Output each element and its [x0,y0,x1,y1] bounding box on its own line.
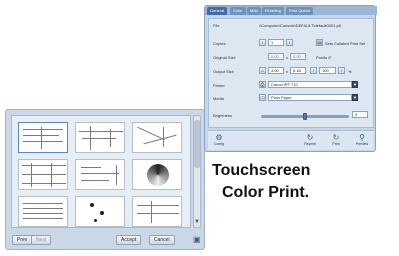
thumbnail[interactable] [132,196,182,227]
output-size-label: Output Size [213,69,234,74]
original-height-field: 0.00 [290,53,306,60]
print-label: Print [332,142,340,146]
tab-finishing[interactable]: Finishing [262,7,285,15]
reprint-label: Reprint [304,142,316,146]
general-settings-form: File \\Computer\Console\DEFAULT\default0… [208,18,374,128]
print-button[interactable]: ↻ Print [328,133,344,149]
brightness-slider-knob[interactable] [303,113,307,120]
thumbnail[interactable] [18,159,68,190]
dialog-toolbar: ⚙ Config ↻ Reprint ↻ Print ⚲ Preview [208,130,374,150]
printer-select[interactable]: Canon iPF 710 [268,81,352,88]
times-sign: x [286,55,288,60]
brightness-field[interactable]: 0 [352,111,368,118]
media-select[interactable]: Plain Paper [268,94,352,101]
thumbnail[interactable] [18,196,68,227]
times-sign: x [286,69,288,74]
tab-misc[interactable]: Misc [247,7,262,15]
vertical-scrollbar[interactable]: ▼ [193,115,201,228]
tab-color[interactable]: Color [230,7,246,15]
tab-print-queue[interactable]: Print Queue [286,7,314,15]
media-icon[interactable]: ▭ [259,94,266,101]
reprint-icon: ↻ [306,133,314,142]
copies-label: Copies [213,41,226,46]
preview-icon: ⚲ [359,133,365,142]
original-width-field: 0.00 [268,53,284,60]
printer-icon[interactable]: ⎙ [259,81,266,88]
thumbnail-browser: ▼ Prev Next Accept Cancel ▣ [5,109,205,250]
thumbnail-grid [11,115,191,228]
percent-sign: % [348,69,352,74]
gear-icon: ⚙ [215,133,223,142]
thumbnail[interactable] [75,196,125,227]
brightness-label: Brightness [213,113,232,118]
reprint-button[interactable]: ↻ Reprint [302,133,318,149]
original-size-label: Original Size [213,55,236,60]
collated-label: Sets Collated Print Set [325,41,366,46]
tab-general[interactable]: General [207,7,228,15]
media-label: Media [213,96,224,101]
config-button[interactable]: ⚙ Config [211,133,227,149]
output-width-field[interactable]: 4.00 [268,67,284,74]
file-label: File [213,23,220,28]
scale-field[interactable]: 100 [319,67,336,74]
cancel-button[interactable]: Cancel [149,235,175,245]
chevron-down-icon[interactable]: ▼ [352,81,358,88]
print-dialog: General Color Misc Finishing Print Queue… [204,5,377,152]
preview-label: Preview [355,142,369,146]
tab-bar: General Color Misc Finishing Print Queue [205,6,377,15]
thumbnail[interactable] [18,122,68,153]
copies-increment-button[interactable]: › [286,39,293,46]
print-icon: ↻ [332,133,340,142]
scrollbar-thumb[interactable] [194,120,200,168]
output-height-field[interactable]: 6.18 [290,67,306,74]
caption-line-1: Touchscreen [212,162,311,179]
file-path: \\Computer\Console\DEFAULT\default0001.p… [259,23,341,28]
accept-button[interactable]: Accept [116,235,142,245]
preview-button[interactable]: ⚲ Preview [354,133,370,149]
config-label: Config [213,142,225,146]
output-size-lock-icon[interactable]: ⌂ [259,67,266,74]
collated-icon[interactable]: ▤ [316,39,323,46]
thumbnail[interactable] [132,159,182,190]
thumbnail[interactable] [75,122,125,153]
next-button[interactable]: Next [31,235,52,245]
thumbnail[interactable] [75,159,125,190]
scale-decrement-button[interactable]: ‹ [310,67,317,74]
copies-decrement-button[interactable]: ‹ [259,39,266,46]
caption: Touchscreen Color Print. [212,160,362,204]
chevron-down-icon[interactable]: ▼ [352,94,358,101]
copies-field[interactable]: 1 [268,39,284,46]
folder-icon[interactable]: ▣ [193,235,201,245]
thumbnail[interactable] [132,122,182,153]
scroll-down-arrow-icon[interactable]: ▼ [194,218,200,226]
original-unit: Points 0" [316,55,332,60]
printer-label: Printer [213,83,225,88]
prev-button[interactable]: Prev [12,235,33,245]
scale-increment-button[interactable]: › [338,67,345,74]
caption-line-2: Color Print. [222,184,310,201]
